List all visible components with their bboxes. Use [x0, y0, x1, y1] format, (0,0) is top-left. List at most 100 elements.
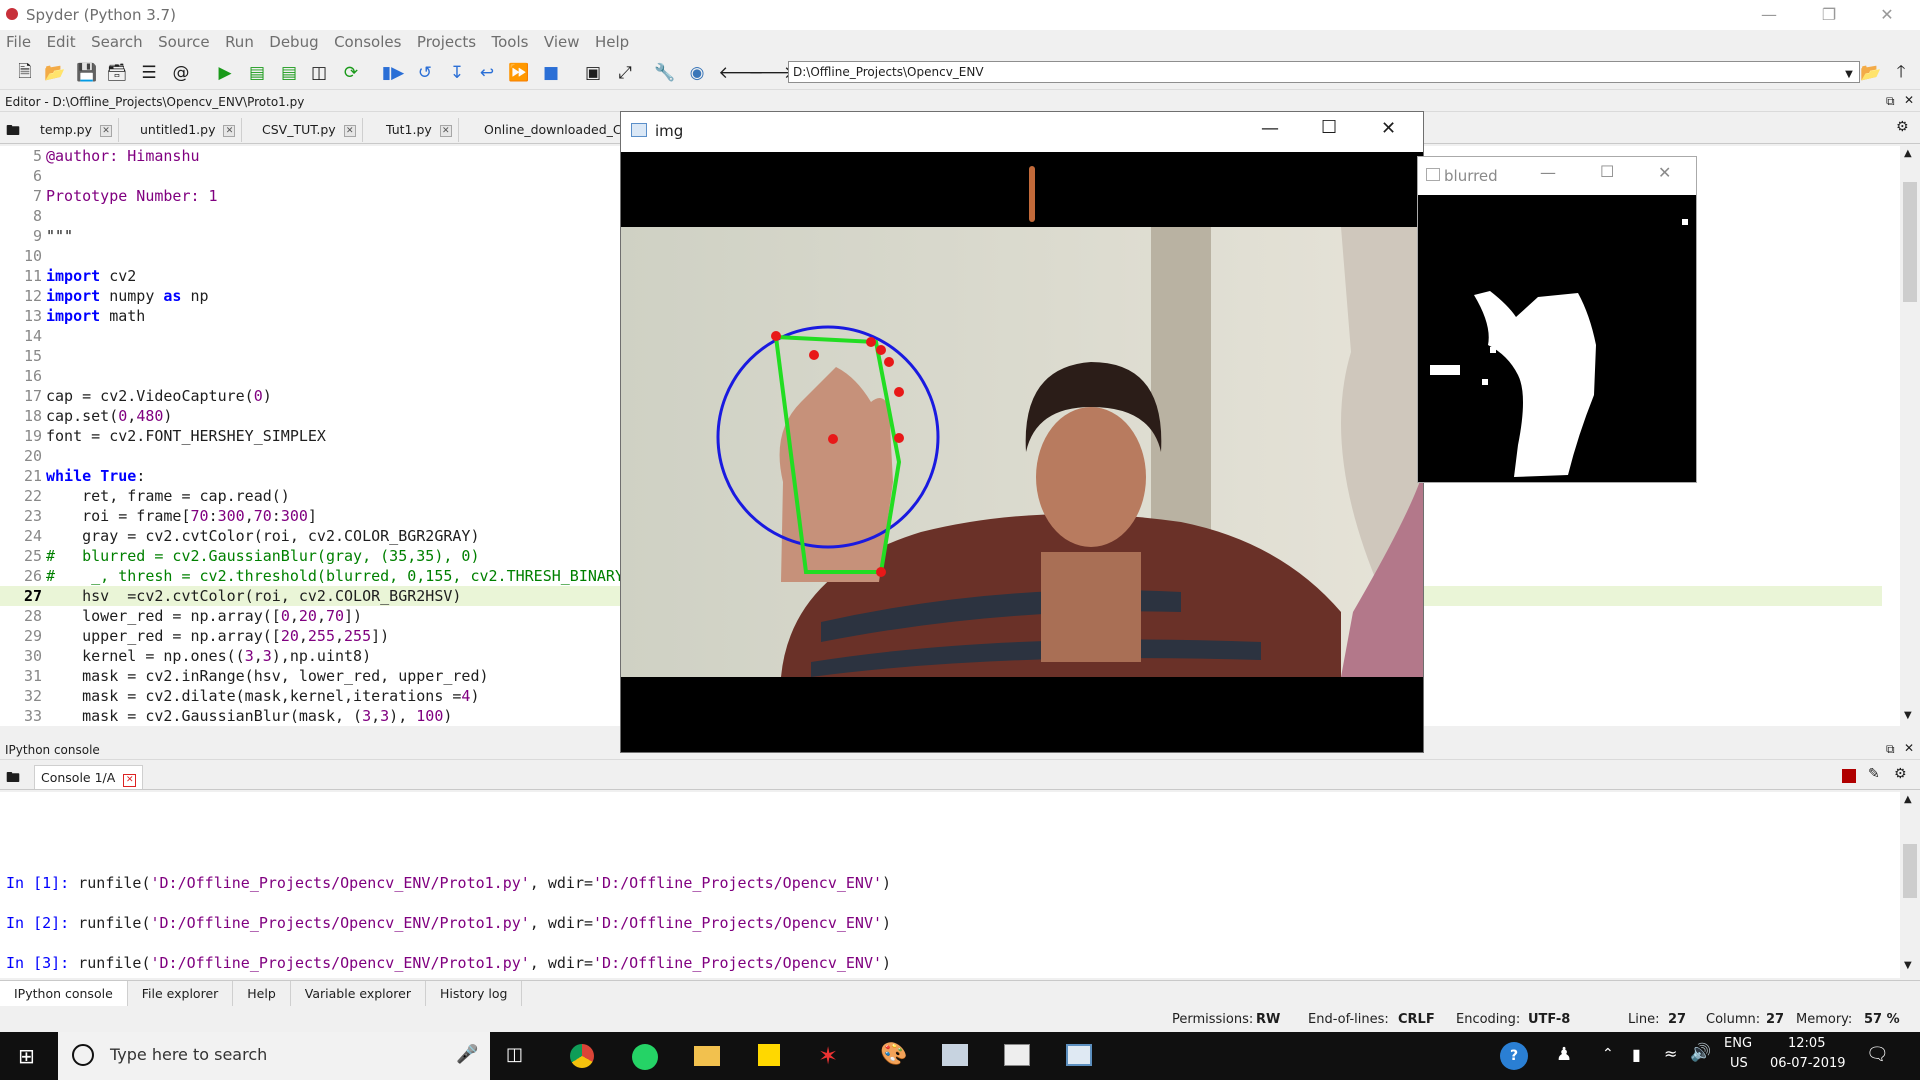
volume-icon[interactable]: 🔊 — [1690, 1043, 1711, 1063]
pane-close-icon[interactable]: ✕ — [1904, 741, 1914, 755]
run-icon[interactable]: ▶ — [212, 60, 238, 86]
chevron-up-icon[interactable]: ⌃ — [1602, 1046, 1614, 1062]
scrollbar-thumb[interactable] — [1903, 182, 1917, 302]
undock-icon[interactable]: ⧉ — [1886, 742, 1895, 757]
ipython-console-output[interactable]: In [1]: runfile('D:/Offline_Projects/Ope… — [0, 792, 1900, 978]
chevron-down-icon[interactable]: ▼ — [1904, 710, 1912, 721]
clock-date[interactable]: 06-07-2019 — [1770, 1056, 1846, 1071]
close-button[interactable]: ✕ — [1658, 163, 1671, 182]
maximize-pane-icon[interactable]: ▣ — [580, 60, 606, 86]
gear-icon[interactable]: ⚙ — [1894, 766, 1907, 782]
step-into-icon[interactable]: ↧ — [444, 60, 470, 86]
close-tab-icon[interactable]: ✕ — [343, 124, 356, 137]
forward-arrow-icon[interactable]: 🡒 — [748, 60, 794, 86]
close-tab-icon[interactable]: ✕ — [223, 124, 236, 137]
browse-tabs-icon[interactable]: 🖿 — [6, 120, 20, 144]
chrome-icon[interactable] — [570, 1044, 594, 1068]
browse-tabs-icon[interactable]: 🖿 — [6, 767, 20, 791]
notifications-icon[interactable]: 🗨 — [1866, 1044, 1889, 1065]
taskbar-search-box[interactable]: Type here to search 🎤 — [58, 1032, 490, 1080]
close-tab-icon[interactable]: ✕ — [439, 124, 452, 137]
opencv-window-task-icon[interactable] — [1066, 1044, 1092, 1066]
menu-tools[interactable]: Tools — [486, 30, 534, 51]
windows-start-icon[interactable]: ⊞ — [18, 1044, 35, 1068]
tab-online-downloaded[interactable]: Online_downloaded_Co — [478, 118, 636, 142]
tab-csv-tut-py[interactable]: CSV_TUT.py ✕ — [256, 118, 363, 142]
minimize-button[interactable]: — — [1261, 118, 1279, 139]
blurred-window-titlebar[interactable]: blurred — ☐ ✕ — [1418, 157, 1696, 195]
battery-icon[interactable]: ▮ — [1632, 1045, 1641, 1064]
editor-scrollbar[interactable]: ▲ ▼ — [1900, 146, 1920, 726]
menu-view[interactable]: View — [538, 30, 585, 51]
debug-icon[interactable]: ▮▶ — [380, 60, 406, 86]
working-directory-input[interactable]: D:\Offline_Projects\Opencv_ENV — [788, 61, 1860, 83]
menu-debug[interactable]: Debug — [263, 30, 323, 51]
chevron-up-icon[interactable]: ▲ — [1904, 794, 1912, 805]
tab-help[interactable]: Help — [233, 981, 291, 1006]
clock-time[interactable]: 12:05 — [1788, 1036, 1825, 1051]
help-icon[interactable]: ? — [1500, 1042, 1528, 1070]
task-view-icon[interactable]: ◫ — [506, 1044, 523, 1065]
maximize-button[interactable]: ☐ — [1321, 117, 1337, 138]
undock-icon[interactable]: ⧉ — [1886, 94, 1895, 109]
menu-file[interactable]: File — [0, 30, 36, 51]
fullscreen-icon[interactable]: ⤢ — [612, 60, 638, 86]
tab-tut1-py[interactable]: Tut1.py ✕ — [380, 118, 459, 142]
tab-variable-explorer[interactable]: Variable explorer — [291, 981, 426, 1006]
python-path-icon[interactable]: ◉ — [684, 60, 710, 86]
whatsapp-icon[interactable] — [632, 1044, 658, 1070]
paint-icon[interactable]: 🎨 — [880, 1042, 907, 1067]
tab-file-explorer[interactable]: File explorer — [128, 981, 234, 1006]
region-label[interactable]: US — [1730, 1056, 1748, 1071]
img-window-titlebar[interactable]: img — ☐ ✕ — [621, 112, 1423, 152]
tab-history-log[interactable]: History log — [426, 981, 523, 1006]
language-label[interactable]: ENG — [1724, 1036, 1752, 1051]
list-icon[interactable]: ☰ — [136, 60, 162, 86]
run-cell-advance-icon[interactable]: ▤ — [276, 60, 302, 86]
interrupt-kernel-icon[interactable] — [1842, 769, 1856, 783]
close-button[interactable]: ✕ — [1381, 118, 1396, 139]
tab-untitled1-py[interactable]: untitled1.py ✕ — [134, 118, 243, 142]
rerun-icon[interactable]: ⟳ — [338, 60, 364, 86]
close-tab-icon[interactable]: ✕ — [123, 774, 137, 787]
preferences-wrench-icon[interactable]: 🔧 — [652, 60, 678, 86]
console-scrollbar[interactable]: ▲ ▼ — [1900, 792, 1920, 978]
close-tab-icon[interactable]: ✕ — [100, 124, 113, 137]
tab-temp-py[interactable]: temp.py ✕ — [34, 118, 120, 142]
restore-button[interactable]: ❐ — [1806, 0, 1852, 30]
sticky-notes-icon[interactable] — [758, 1044, 780, 1066]
close-button[interactable]: ✕ — [1864, 0, 1910, 30]
pc-icon[interactable] — [942, 1044, 968, 1066]
microphone-icon[interactable]: 🎤 — [456, 1044, 478, 1065]
pane-close-icon[interactable]: ✕ — [1904, 93, 1914, 107]
chevron-up-icon[interactable]: ▲ — [1904, 148, 1912, 159]
gear-icon[interactable]: ⚙ — [1896, 119, 1909, 135]
parent-dir-icon[interactable]: 🡑 — [1888, 60, 1914, 86]
menu-projects[interactable]: Projects — [411, 30, 481, 51]
step-icon[interactable]: ↺ — [412, 60, 438, 86]
chevron-down-icon[interactable]: ▼ — [1904, 960, 1912, 971]
menu-edit[interactable]: Edit — [41, 30, 81, 51]
people-icon[interactable]: ♟ — [1556, 1044, 1572, 1065]
menu-source[interactable]: Source — [152, 30, 215, 51]
menu-run[interactable]: Run — [219, 30, 259, 51]
save-icon[interactable]: 💾 — [74, 60, 100, 86]
menu-consoles[interactable]: Consoles — [328, 30, 406, 51]
save-all-icon[interactable]: 🗃 — [104, 60, 130, 86]
wifi-icon[interactable]: ≈ — [1664, 1044, 1677, 1063]
tab-console-1a[interactable]: Console 1/A ✕ — [34, 765, 144, 789]
minimize-button[interactable]: — — [1540, 163, 1556, 182]
at-icon[interactable]: @ — [168, 60, 194, 86]
spyder-app-icon[interactable]: ✶ — [818, 1042, 838, 1070]
browse-folder-icon[interactable]: 📂 — [1858, 60, 1884, 86]
run-cell-icon[interactable]: ▤ — [244, 60, 270, 86]
continue-icon[interactable]: ⏩ — [506, 60, 532, 86]
eraser-icon[interactable]: ✎ — [1868, 766, 1880, 782]
step-return-icon[interactable]: ↩ — [474, 60, 500, 86]
open-file-icon[interactable]: 📂 — [42, 60, 68, 86]
menu-help[interactable]: Help — [589, 30, 634, 51]
photos-icon[interactable] — [1004, 1044, 1030, 1066]
file-explorer-icon[interactable] — [694, 1046, 720, 1066]
new-file-icon[interactable]: 🗎 — [12, 60, 38, 86]
tab-ipython-console[interactable]: IPython console — [0, 981, 128, 1006]
